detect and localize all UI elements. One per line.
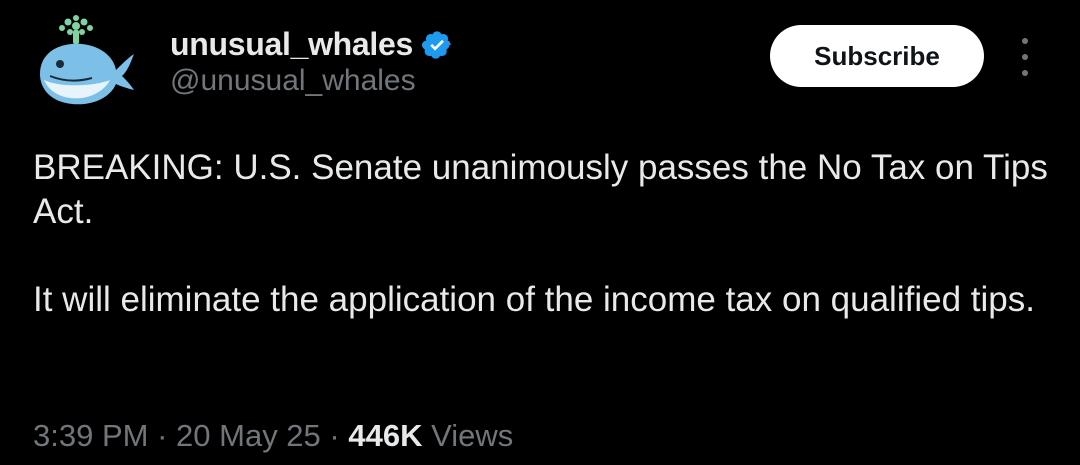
- author-handle[interactable]: @unusual_whales: [170, 64, 416, 98]
- tweet-date[interactable]: 20 May 25: [176, 418, 321, 453]
- views-label: Views: [431, 418, 514, 453]
- tweet-paragraph-2: It will eliminate the application of the…: [33, 280, 1035, 319]
- verified-badge-icon: [422, 30, 451, 59]
- subscribe-button[interactable]: Subscribe: [770, 25, 984, 87]
- more-options-icon[interactable]: [1012, 38, 1038, 76]
- dot: [1022, 54, 1028, 60]
- author-name-row[interactable]: unusual_whales: [170, 26, 453, 63]
- dot: [1022, 70, 1028, 76]
- author-display-name[interactable]: unusual_whales: [170, 26, 413, 63]
- tweet-paragraph-1: BREAKING: U.S. Senate unanimously passes…: [33, 148, 1048, 231]
- whale-avatar-icon[interactable]: [30, 14, 138, 110]
- tweet-time[interactable]: 3:39 PM: [33, 418, 148, 453]
- views-count[interactable]: 446K: [348, 418, 422, 453]
- tweet-meta: 3:39 PM · 20 May 25 · 446K Views: [33, 418, 513, 454]
- meta-separator: ·: [157, 418, 168, 453]
- dot: [1022, 38, 1028, 44]
- meta-separator: ·: [329, 418, 340, 453]
- tweet-text: BREAKING: U.S. Senate unanimously passes…: [33, 146, 1063, 322]
